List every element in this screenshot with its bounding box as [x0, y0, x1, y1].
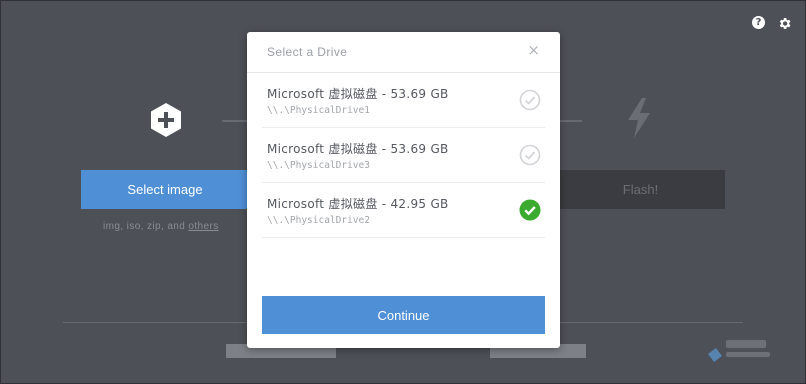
- supported-formats-text: img, iso, zip, and others: [103, 221, 219, 232]
- drive-item[interactable]: Microsoft 虚拟磁盘 - 53.69 GB \\.\PhysicalDr…: [262, 128, 545, 183]
- gear-icon[interactable]: [777, 16, 792, 31]
- unselected-check-icon[interactable]: [519, 89, 541, 111]
- flash-bolt-icon: [626, 98, 652, 138]
- drive-name: Microsoft 虚拟磁盘 - 42.95 GB: [267, 197, 449, 211]
- unselected-check-icon[interactable]: [519, 144, 541, 166]
- add-image-icon: [148, 102, 184, 138]
- drive-path: \\.\PhysicalDrive2: [267, 215, 370, 226]
- drive-path: \\.\PhysicalDrive1: [267, 105, 370, 116]
- drive-name: Microsoft 虚拟磁盘 - 53.69 GB: [267, 87, 449, 101]
- flash-button[interactable]: Flash!: [556, 170, 725, 209]
- formats-list: img, iso, zip, and: [103, 221, 189, 232]
- step-connector-right: [560, 120, 582, 122]
- watermark-logo: [702, 332, 774, 368]
- selected-check-icon[interactable]: [519, 199, 541, 221]
- select-image-button[interactable]: Select image: [81, 170, 249, 209]
- drive-item[interactable]: Microsoft 虚拟磁盘 - 53.69 GB \\.\PhysicalDr…: [262, 73, 545, 128]
- others-link[interactable]: others: [188, 221, 218, 232]
- step-connector-left: [222, 120, 248, 122]
- drive-path: \\.\PhysicalDrive3: [267, 160, 370, 171]
- drive-item-selected[interactable]: Microsoft 虚拟磁盘 - 42.95 GB \\.\PhysicalDr…: [262, 183, 545, 238]
- drive-list: Microsoft 虚拟磁盘 - 53.69 GB \\.\PhysicalDr…: [247, 73, 560, 238]
- dialog-title: Select a Drive: [267, 45, 348, 59]
- close-icon[interactable]: ×: [527, 41, 540, 59]
- drive-name: Microsoft 虚拟磁盘 - 53.69 GB: [267, 142, 449, 156]
- continue-button[interactable]: Continue: [262, 296, 545, 334]
- select-drive-dialog: Select a Drive × Microsoft 虚拟磁盘 - 53.69 …: [247, 32, 560, 348]
- help-icon[interactable]: ?: [752, 16, 765, 29]
- top-toolbar: ?: [752, 16, 792, 31]
